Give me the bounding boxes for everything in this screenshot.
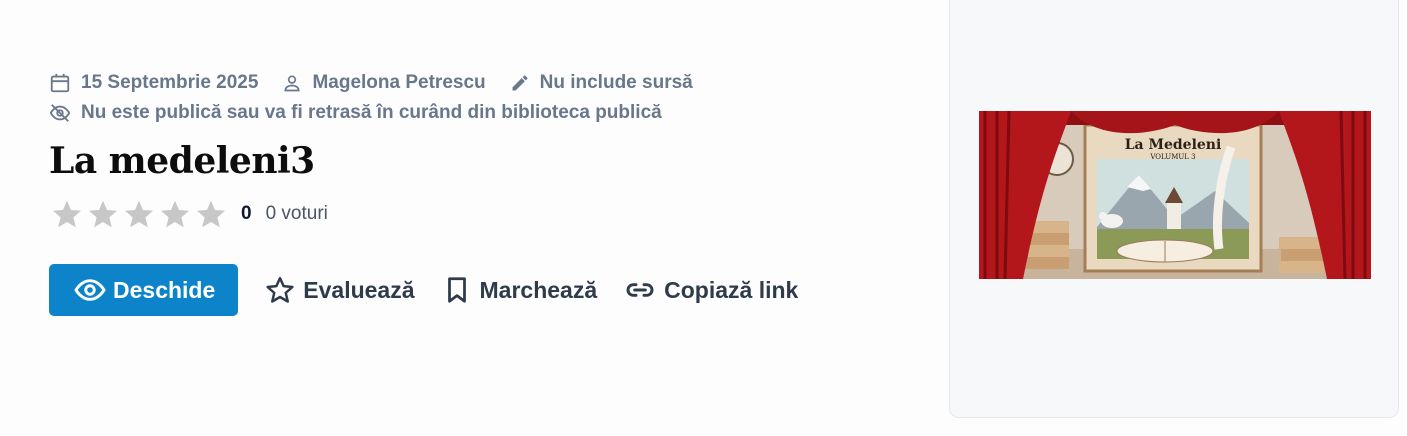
star-outline-icon xyxy=(266,276,294,303)
vote-count: 0 voturi xyxy=(265,203,328,224)
copy-link-button[interactable]: Copiază link xyxy=(624,274,798,306)
cover-panel: La Medeleni VOLUMUL 3 xyxy=(949,0,1399,418)
link-icon xyxy=(626,283,654,297)
date-text: 15 Septembrie 2025 xyxy=(81,72,259,93)
star-icon[interactable] xyxy=(121,196,157,232)
author-text: Magelona Petrescu xyxy=(312,72,486,93)
meta-source: Nu include sursă xyxy=(510,72,693,94)
rating: 0 0 voturi xyxy=(49,194,909,234)
book-cover-image[interactable]: La Medeleni VOLUMUL 3 xyxy=(979,111,1371,279)
user-icon xyxy=(284,75,300,92)
star-rating[interactable] xyxy=(49,196,229,232)
visibility-text: Nu este publică sau va fi retrasă în cur… xyxy=(81,102,662,123)
rate-button-label: Evaluează xyxy=(303,276,415,303)
copy-link-label: Copiază link xyxy=(664,276,799,303)
open-button-label: Deschide xyxy=(113,276,216,303)
star-icon[interactable] xyxy=(85,196,121,232)
cover-title: La Medeleni xyxy=(1125,137,1222,153)
book-details: 15 Septembrie 2025 Magelona Petrescu Nu … xyxy=(49,68,909,316)
book-title: La medeleni3 xyxy=(49,140,315,182)
meta-row: 15 Septembrie 2025 Magelona Petrescu Nu … xyxy=(49,68,909,98)
visibility-row: Nu este publică sau va fi retrasă în cur… xyxy=(49,98,909,128)
meta-date: 15 Septembrie 2025 xyxy=(49,72,258,94)
rate-button[interactable]: Evaluează xyxy=(265,275,415,305)
bookmark-icon xyxy=(447,277,466,303)
action-bar: Deschide Evaluează Marchează Copiază lin… xyxy=(49,264,909,316)
meta-visibility: Nu este publică sau va fi retrasă în cur… xyxy=(49,102,662,124)
bookmark-button-label: Marchează xyxy=(479,276,598,303)
star-icon[interactable] xyxy=(157,196,193,232)
star-icon[interactable] xyxy=(193,196,229,232)
cover-subtitle: VOLUMUL 3 xyxy=(1149,153,1195,161)
rating-value: 0 xyxy=(241,203,252,224)
bookmark-button[interactable]: Marchează xyxy=(442,275,598,305)
star-icon[interactable] xyxy=(49,196,85,232)
eye-off-icon xyxy=(49,104,71,122)
eye-icon xyxy=(74,279,106,301)
pencil-icon xyxy=(512,75,528,91)
open-button[interactable]: Deschide xyxy=(49,264,239,316)
calendar-icon xyxy=(50,73,70,93)
meta-author[interactable]: Magelona Petrescu xyxy=(282,72,486,94)
source-text: Nu include sursă xyxy=(539,72,693,93)
